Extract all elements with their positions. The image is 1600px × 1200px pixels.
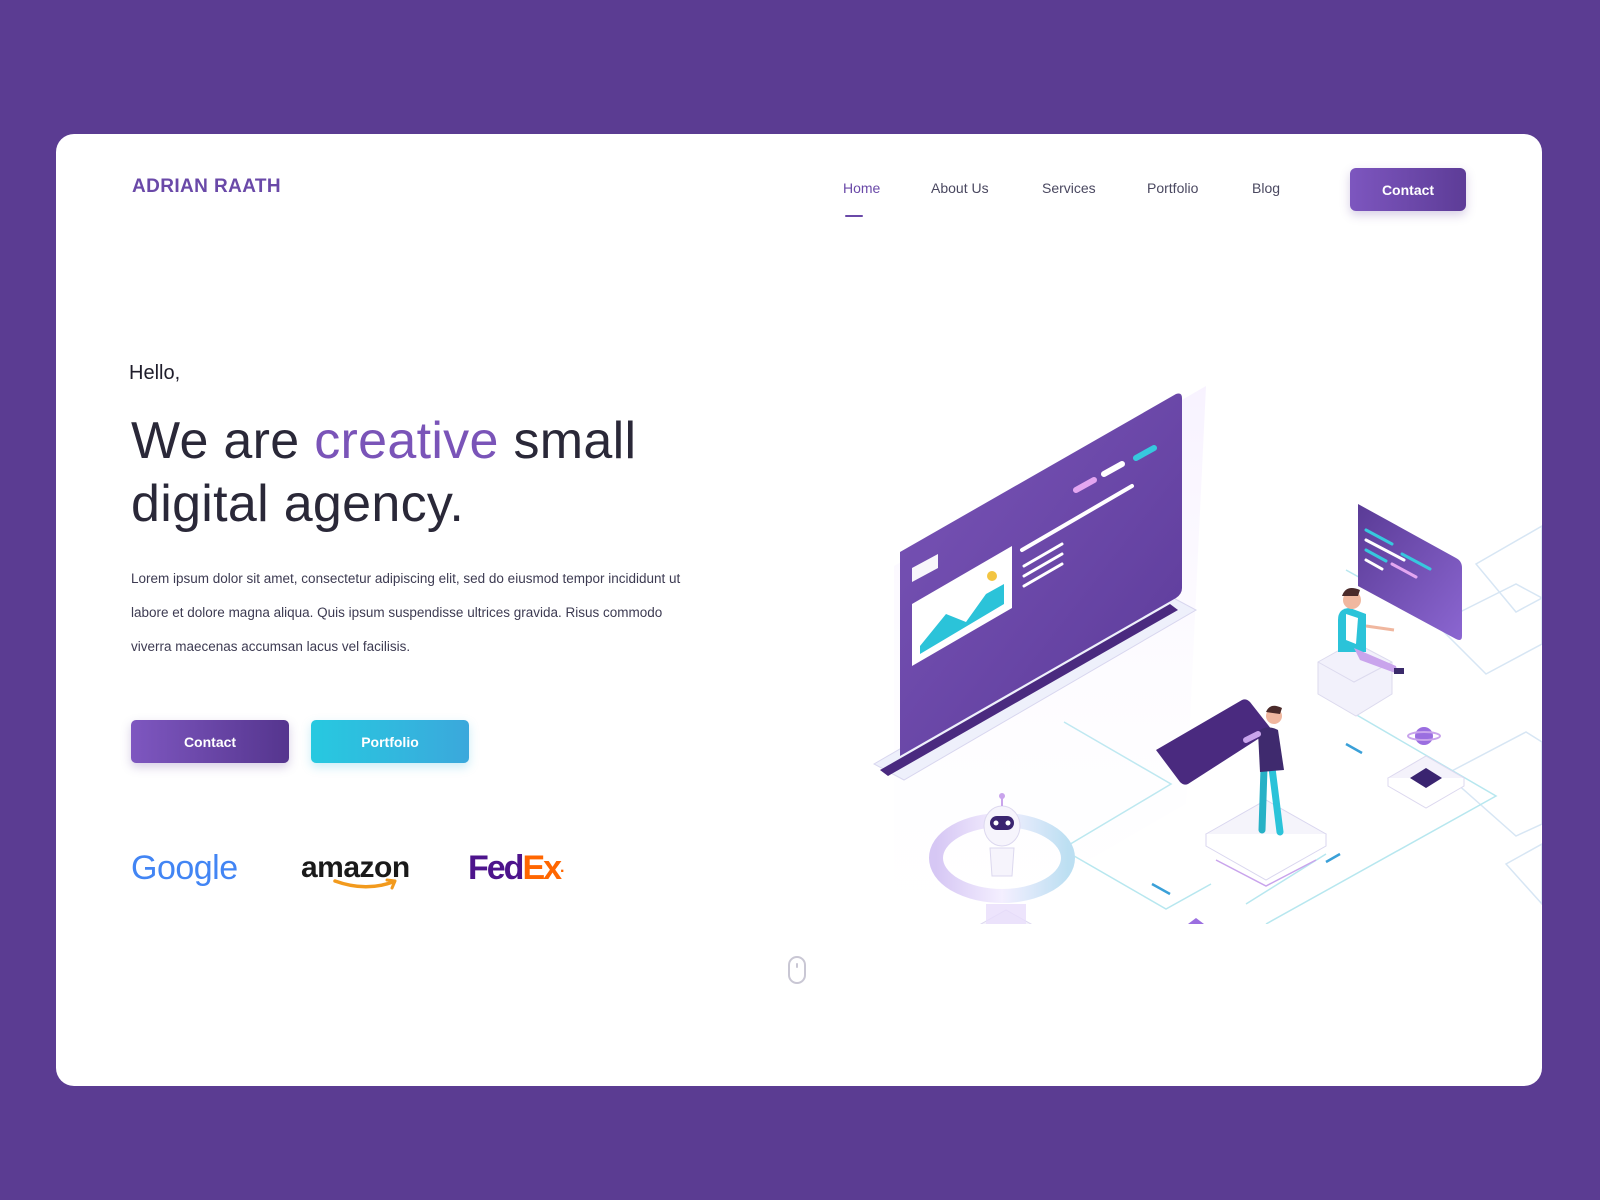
- headline-part-1: We are: [131, 412, 315, 470]
- big-monitor: [872, 386, 1206, 924]
- amazon-logo: amazon: [301, 848, 410, 890]
- headline-accent: creative: [314, 412, 499, 470]
- google-logo: Google: [131, 848, 238, 888]
- fedex-logo-mark: .: [560, 859, 565, 876]
- portfolio-button[interactable]: Portfolio: [311, 720, 469, 763]
- fedex-logo: Fed Ex.: [468, 848, 565, 888]
- fedex-logo-fed: Fed: [468, 848, 524, 887]
- greeting-text: Hello,: [129, 362, 181, 384]
- nav-link-home[interactable]: Home: [843, 180, 880, 196]
- seated-person: [1317, 588, 1404, 717]
- hero-paragraph: Lorem ipsum dolor sit amet, consectetur …: [131, 571, 681, 654]
- main-nav: Home About Us Services Portfolio Blog Co…: [56, 168, 1542, 217]
- nav-active-underline: [845, 215, 863, 217]
- nav-contact-button[interactable]: Contact: [1350, 168, 1466, 211]
- fedex-logo-ex: Ex: [522, 848, 562, 887]
- hero-headline: We are creative small digital agency.: [131, 410, 731, 536]
- nav-link-about-us[interactable]: About Us: [931, 180, 989, 196]
- platform-bottom: [1188, 918, 1204, 924]
- nav-link-portfolio[interactable]: Portfolio: [1147, 180, 1198, 196]
- nav-link-services[interactable]: Services: [1042, 180, 1096, 196]
- google-logo-text: Google: [131, 848, 238, 887]
- nav-link-blog[interactable]: Blog: [1252, 180, 1280, 196]
- contact-button[interactable]: Contact: [131, 720, 289, 763]
- landing-card: ADRIAN RAATH Home About Us Services Port…: [56, 134, 1542, 1086]
- small-monitor: [1358, 504, 1462, 640]
- mouse-scroll-icon[interactable]: [788, 956, 806, 984]
- amazon-smile-icon: [333, 878, 397, 890]
- hero-illustration: [872, 386, 1542, 924]
